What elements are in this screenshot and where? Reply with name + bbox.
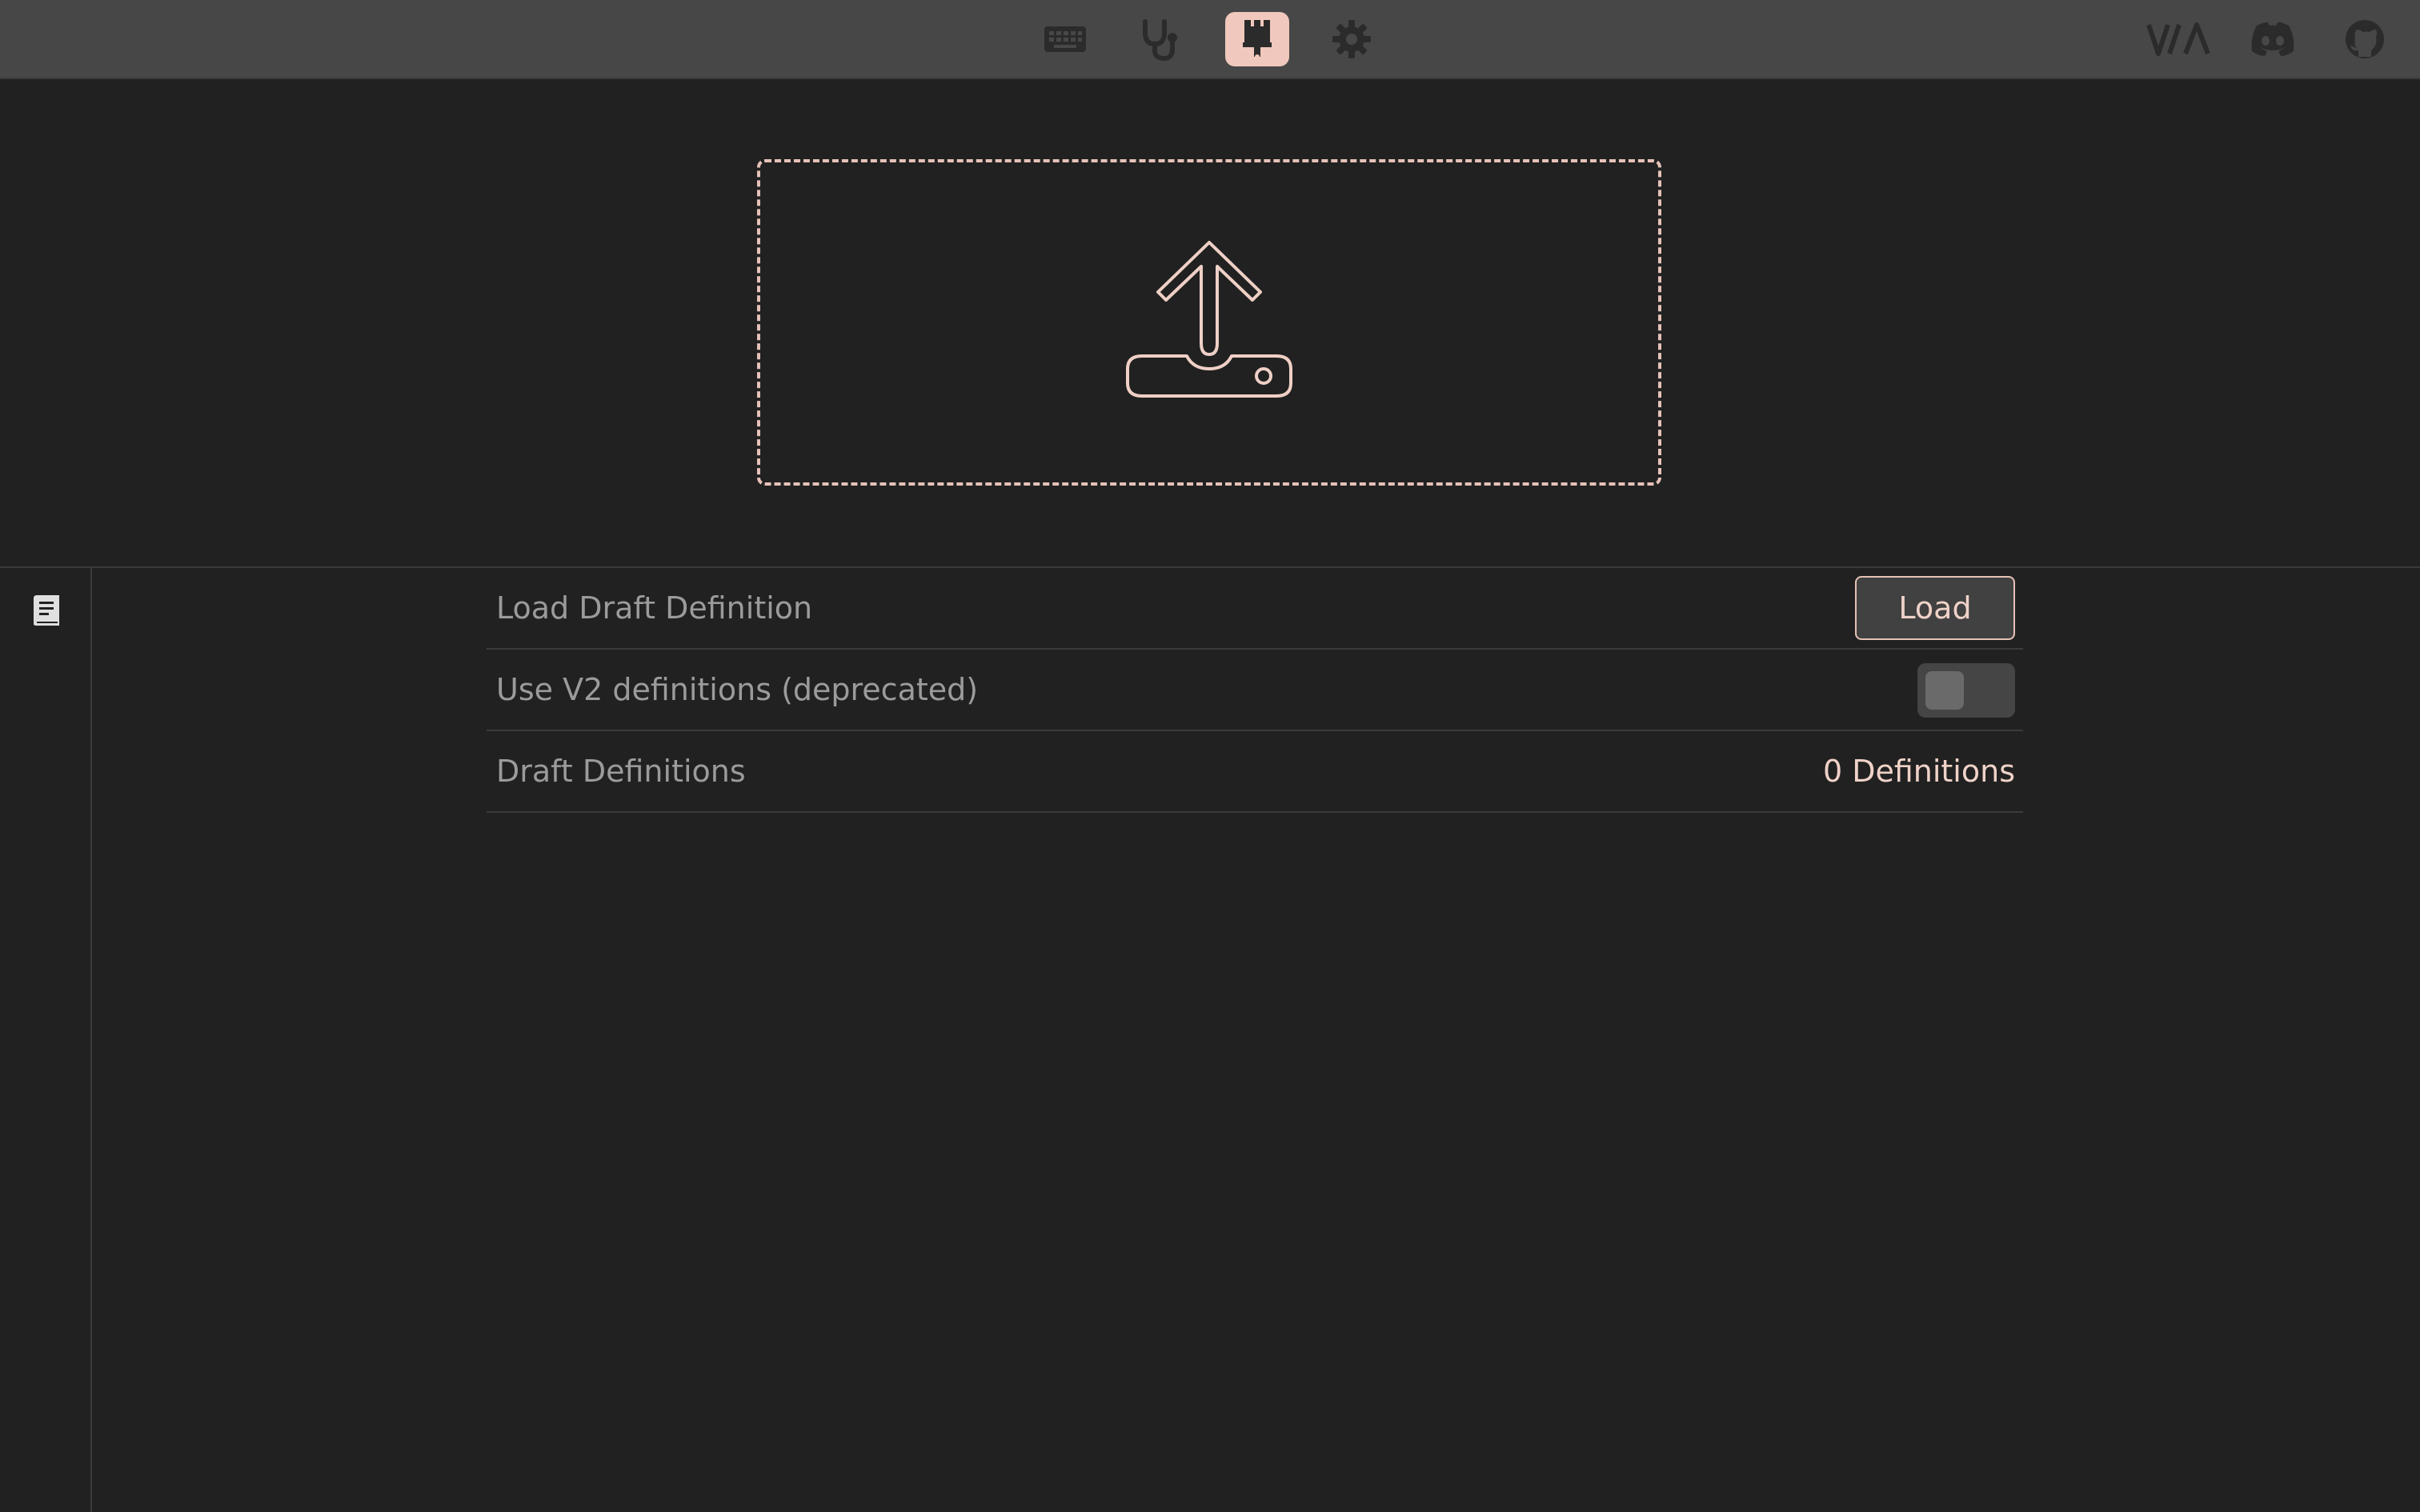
- upload-icon: [1126, 241, 1292, 398]
- draft-definitions-label: Draft Definitions: [496, 754, 746, 789]
- load-button[interactable]: Load: [1855, 576, 2015, 640]
- use-v2-toggle[interactable]: [1917, 663, 2015, 718]
- use-v2-label: Use V2 definitions (deprecated): [496, 672, 979, 707]
- top-navigation-bar: [0, 0, 2420, 79]
- nav-tab-settings[interactable]: [1320, 12, 1384, 66]
- keyboard-icon: [1044, 26, 1086, 52]
- nav-tab-design[interactable]: [1225, 12, 1289, 66]
- paintbrush-icon: [1243, 20, 1272, 59]
- draft-definitions-row: Draft Definitions 0 Definitions: [487, 731, 2023, 813]
- discord-icon: [2251, 22, 2294, 56]
- load-draft-label: Load Draft Definition: [496, 590, 813, 626]
- via-logo-icon: [2146, 22, 2210, 56]
- github-icon: [2346, 20, 2384, 58]
- use-v2-row: Use V2 definitions (deprecated): [487, 650, 2023, 731]
- book-icon: [34, 595, 59, 626]
- nav-tab-test[interactable]: [1128, 12, 1192, 66]
- toggle-knob: [1925, 671, 1964, 710]
- left-sidebar: [0, 568, 92, 1512]
- design-upload-area: [0, 80, 2420, 566]
- definition-dropzone[interactable]: [757, 159, 1661, 486]
- stethoscope-icon: [1143, 19, 1177, 62]
- discord-link[interactable]: [2242, 12, 2303, 66]
- sidebar-item-definitions[interactable]: [30, 594, 62, 630]
- via-website-link[interactable]: [2145, 12, 2217, 66]
- gear-icon: [1332, 20, 1371, 58]
- design-settings-panel: Load Draft Definition Load Use V2 defini…: [487, 568, 2023, 813]
- nav-tab-configure[interactable]: [1033, 12, 1097, 66]
- github-link[interactable]: [2337, 12, 2393, 66]
- load-draft-row: Load Draft Definition Load: [487, 568, 2023, 650]
- draft-definitions-count: 0 Definitions: [1822, 754, 2015, 789]
